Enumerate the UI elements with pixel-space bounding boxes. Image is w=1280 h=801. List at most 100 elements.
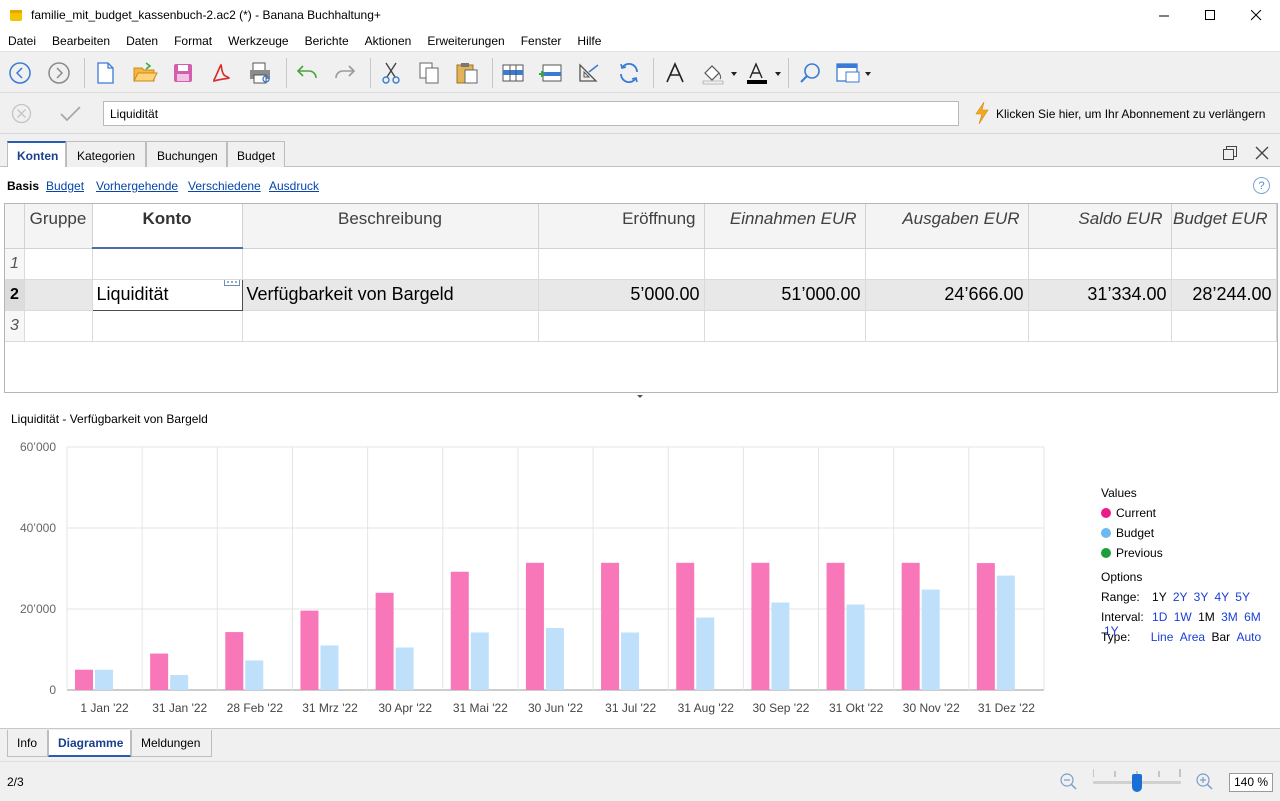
insert-rows-button[interactable] [536, 58, 566, 88]
legend-item-budget[interactable]: Budget [1101, 526, 1154, 540]
menu-format[interactable]: Format [166, 31, 220, 51]
cell-einnahmen[interactable] [704, 248, 866, 280]
range-4y[interactable]: 4Y [1214, 590, 1228, 604]
menu-berichte[interactable]: Berichte [297, 31, 357, 51]
cell-eroeffnung[interactable] [538, 310, 705, 342]
pdf-export-button[interactable] [206, 58, 236, 88]
bar-budget[interactable] [545, 628, 564, 690]
menu-hilfe[interactable]: Hilfe [569, 31, 609, 51]
bar-budget[interactable] [170, 675, 189, 690]
font-button[interactable] [660, 58, 690, 88]
view-vorhergehende[interactable]: Vorhergehende [96, 179, 178, 193]
range-2y[interactable]: 2Y [1173, 590, 1187, 604]
view-ausdruck[interactable]: Ausdruck [269, 179, 319, 193]
bar-current[interactable] [150, 653, 169, 690]
view-verschiedene[interactable]: Verschiedene [188, 179, 261, 193]
cell-beschreibung[interactable]: Verfügbarkeit von Bargeld [242, 279, 539, 311]
range-3y[interactable]: 3Y [1194, 590, 1208, 604]
bar-current[interactable] [300, 610, 319, 690]
menu-fenster[interactable]: Fenster [513, 31, 570, 51]
cell-konto[interactable] [92, 248, 243, 280]
interval-6m[interactable]: 6M [1244, 610, 1261, 624]
cell-budget[interactable] [1171, 310, 1277, 342]
menu-bearbeiten[interactable]: Bearbeiten [44, 31, 118, 51]
new-file-button[interactable] [90, 58, 120, 88]
legend-item-current[interactable]: Current [1101, 506, 1156, 520]
bar-budget[interactable] [320, 645, 339, 690]
cell-saldo[interactable] [1028, 310, 1172, 342]
range-5y[interactable]: 5Y [1235, 590, 1250, 604]
interval-1d[interactable]: 1D [1152, 610, 1167, 624]
bar-budget[interactable] [771, 602, 790, 690]
cell-ausgaben[interactable] [865, 310, 1029, 342]
cell-gruppe[interactable] [24, 310, 93, 342]
confirm-edit-icon[interactable] [58, 103, 83, 124]
column-header-einnahmen[interactable]: Einnahmen EUR [704, 204, 866, 249]
minimize-button[interactable] [1141, 0, 1187, 31]
cell-beschreibung[interactable] [242, 310, 539, 342]
tab-kategorien[interactable]: Kategorien [66, 141, 146, 167]
bar-budget[interactable] [696, 617, 715, 690]
bar-current[interactable] [826, 562, 845, 690]
maximize-button[interactable] [1187, 0, 1233, 31]
tab-meldungen[interactable]: Meldungen [131, 730, 212, 757]
cell-einnahmen[interactable]: 51’000.00 [704, 279, 866, 311]
type-bar[interactable]: Bar [1211, 630, 1230, 644]
type-auto[interactable]: Auto [1236, 630, 1261, 644]
restore-window-icon[interactable] [1222, 145, 1239, 162]
bar-current[interactable] [601, 562, 620, 690]
zoom-in-icon[interactable] [1195, 772, 1214, 791]
cell-gruppe[interactable] [24, 279, 93, 311]
cell-content-input[interactable]: Liquidität [103, 101, 959, 126]
bar-current[interactable] [976, 563, 995, 690]
column-header-konto[interactable]: Konto [92, 204, 243, 249]
column-header-beschreibung[interactable]: Beschreibung [242, 204, 539, 249]
cell-eroeffnung[interactable] [538, 248, 705, 280]
view-budget[interactable]: Budget [46, 179, 84, 193]
column-header-gruppe[interactable]: Gruppe [24, 204, 93, 249]
type-area[interactable]: Area [1180, 630, 1205, 644]
interval-3m[interactable]: 3M [1221, 610, 1238, 624]
table-row[interactable]: 3 [5, 310, 1277, 342]
redo-button[interactable] [330, 58, 360, 88]
bar-budget[interactable] [846, 604, 865, 690]
range-1y[interactable]: 1Y [1152, 590, 1166, 604]
cell-einnahmen[interactable] [704, 310, 866, 342]
bar-current[interactable] [75, 669, 93, 690]
tab-diagramme[interactable]: Diagramme [48, 730, 131, 757]
save-button[interactable] [168, 58, 198, 88]
format-columns-button[interactable] [574, 58, 604, 88]
tab-konten[interactable]: Konten [7, 141, 66, 168]
cancel-edit-icon[interactable] [11, 103, 32, 124]
print-button[interactable] [245, 58, 275, 88]
type-line[interactable]: Line [1151, 630, 1174, 644]
help-icon[interactable]: ? [1253, 177, 1270, 194]
bar-budget[interactable] [95, 669, 113, 690]
undo-button[interactable] [292, 58, 322, 88]
column-header-eroeffnung[interactable]: Eröffnung [538, 204, 705, 249]
bar-current[interactable] [525, 562, 544, 690]
bar-budget[interactable] [996, 575, 1015, 690]
cell-ausgaben[interactable] [865, 248, 1029, 280]
bar-budget[interactable] [921, 589, 940, 690]
cell-budget[interactable]: 28’244.00 [1171, 279, 1277, 311]
interval-1w[interactable]: 1W [1174, 610, 1192, 624]
subscription-link[interactable]: Klicken Sie hier, um Ihr Abonnement zu v… [996, 107, 1265, 121]
cell-gruppe[interactable] [24, 248, 93, 280]
menu-werkzeuge[interactable]: Werkzeuge [220, 31, 296, 51]
zoom-out-icon[interactable] [1059, 772, 1078, 791]
text-color-button[interactable] [744, 58, 786, 88]
column-header-budget[interactable]: Budget EUR [1171, 204, 1277, 249]
cell-budget[interactable] [1171, 248, 1277, 280]
menu-datei[interactable]: Datei [0, 31, 44, 51]
cut-button[interactable] [376, 58, 406, 88]
bar-budget[interactable] [245, 660, 264, 690]
cell-saldo[interactable] [1028, 248, 1172, 280]
bar-current[interactable] [676, 562, 695, 690]
table-row-selected[interactable]: 2 Liquidität Verfügbarkeit von Bargeld 5… [5, 278, 1277, 311]
bar-current[interactable] [901, 562, 920, 690]
column-header-ausgaben[interactable]: Ausgaben EUR [865, 204, 1029, 249]
zoom-level[interactable]: 140 % [1229, 773, 1273, 792]
close-button[interactable] [1233, 0, 1279, 31]
bar-current[interactable] [450, 571, 469, 690]
